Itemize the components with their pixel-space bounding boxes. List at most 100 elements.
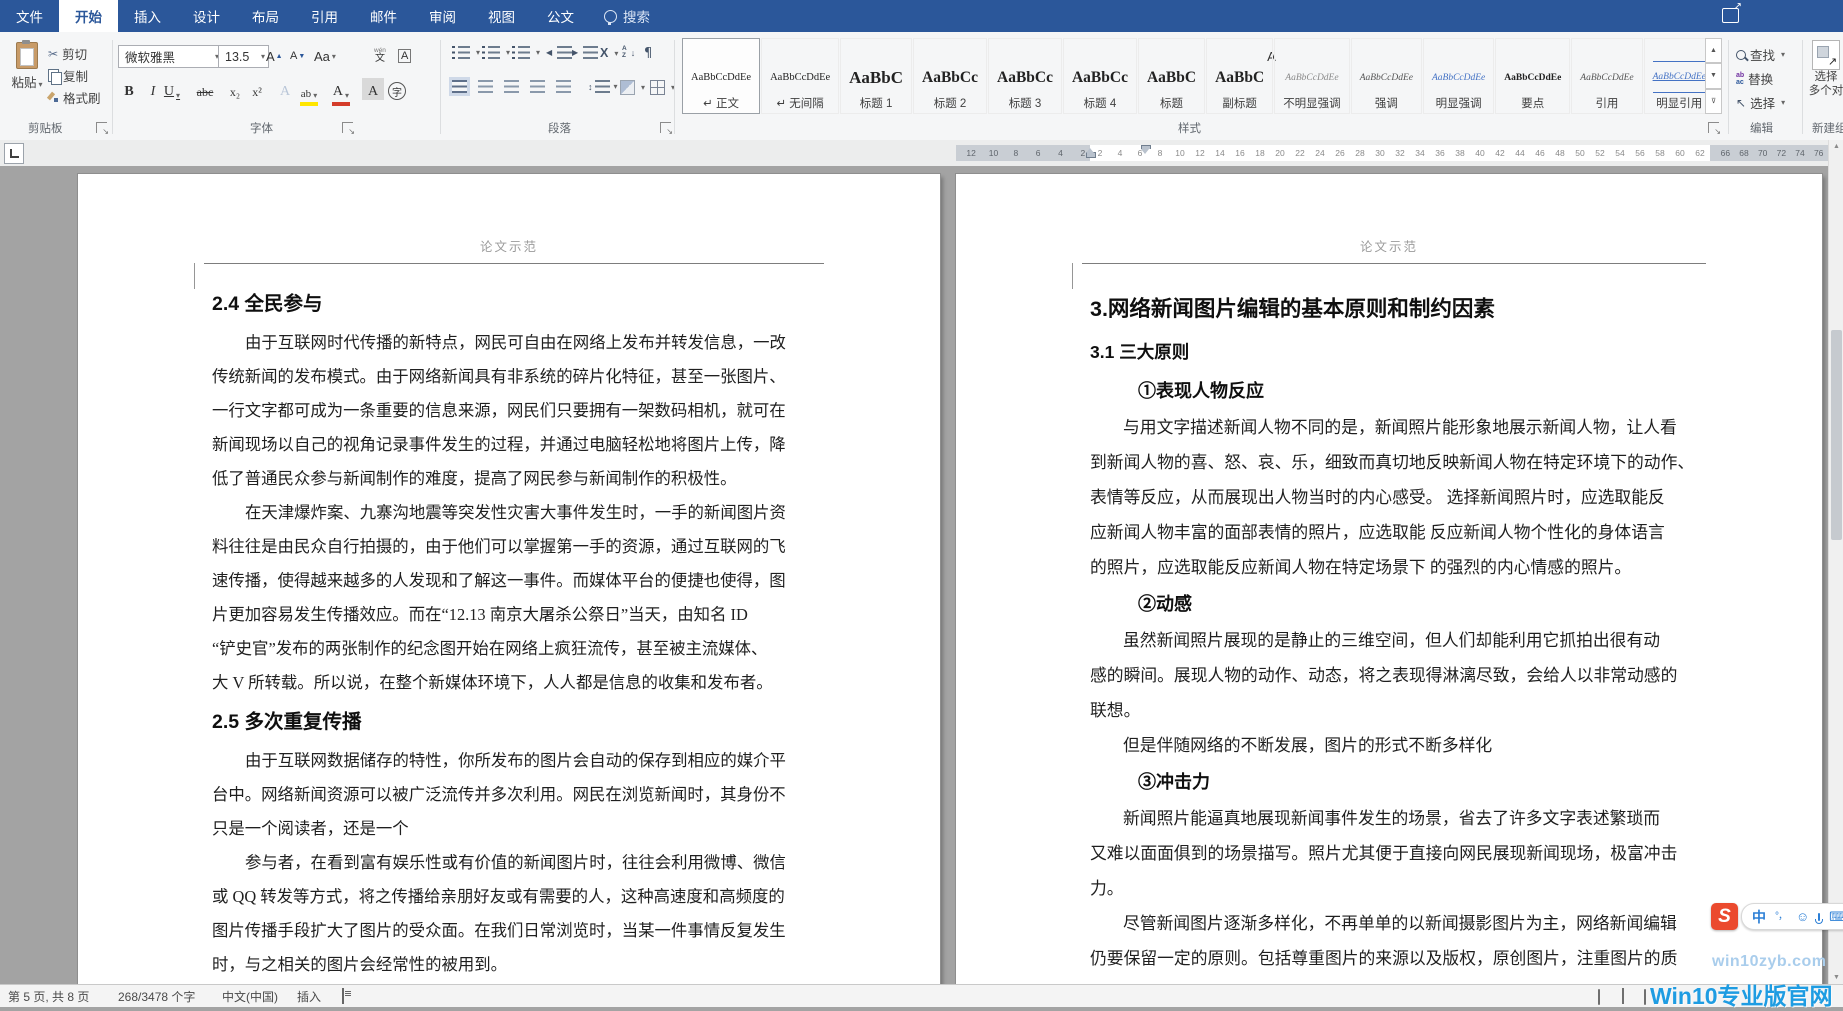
character-shading-button[interactable]: A bbox=[362, 78, 384, 100]
share-icon[interactable] bbox=[1722, 8, 1739, 23]
ruler-text-area[interactable]: 2468101214161820222426283032343638404244… bbox=[1090, 145, 1710, 161]
justify-button[interactable] bbox=[530, 80, 545, 93]
style-card[interactable]: AaBbCcDdEe 明显强调 bbox=[1423, 38, 1494, 114]
keyboard-icon[interactable]: ⌨ bbox=[1829, 910, 1843, 923]
ribbon-tab[interactable]: 视图 bbox=[472, 0, 531, 32]
ribbon-tab[interactable]: 开始 bbox=[59, 0, 118, 32]
increase-indent-button[interactable]: ▶ bbox=[572, 46, 598, 59]
grow-font-button[interactable]: A▲ bbox=[266, 45, 283, 67]
style-card[interactable]: AaBbCcDdEe 要点 bbox=[1495, 38, 1570, 114]
style-card[interactable]: AaBbCcDdEe 强调 bbox=[1351, 38, 1422, 114]
phonetic-guide-button[interactable]: wén 文 bbox=[374, 45, 386, 67]
sogou-logo-icon[interactable]: S bbox=[1711, 903, 1738, 930]
tab-stop-selector[interactable] bbox=[4, 143, 24, 164]
bold-button[interactable]: B bbox=[120, 78, 138, 102]
borders-button[interactable] bbox=[650, 80, 675, 95]
clipboard-dialog-launcher[interactable] bbox=[96, 122, 107, 133]
style-card[interactable]: AaBbC 副标题 bbox=[1206, 38, 1273, 114]
style-card[interactable]: AaBbC 标题 1 bbox=[840, 38, 912, 114]
show-marks-button[interactable]: ¶ bbox=[644, 46, 652, 61]
change-case-button[interactable]: Aa bbox=[314, 45, 336, 67]
style-card[interactable]: AaBbCcDdEe ↵ 无间隔 bbox=[761, 38, 839, 114]
style-card[interactable]: AaBbCcDdEe ↵ 正文 bbox=[682, 38, 760, 114]
align-left-button[interactable] bbox=[452, 80, 467, 93]
ruler-right-margin[interactable]: 666870727476 bbox=[1710, 145, 1834, 161]
style-card[interactable]: AaBbCcDdEe 引用 bbox=[1571, 38, 1642, 114]
left-indent-marker[interactable] bbox=[1086, 152, 1096, 158]
text-highlight-button[interactable]: ab bbox=[300, 78, 318, 106]
proofing-status-icon[interactable] bbox=[342, 989, 344, 1003]
font-name-combo[interactable]: 微软雅黑▾ bbox=[118, 45, 223, 68]
ribbon-tab[interactable]: 文件 bbox=[0, 0, 59, 32]
scrollbar-thumb[interactable] bbox=[1831, 330, 1842, 540]
shrink-font-button[interactable]: A▼ bbox=[290, 45, 305, 67]
align-center-button[interactable] bbox=[478, 80, 493, 93]
line-spacing-button[interactable]: ↕ bbox=[588, 80, 618, 93]
shading-button[interactable] bbox=[620, 80, 645, 95]
gallery-up-arrow[interactable]: ▲ bbox=[1705, 38, 1722, 63]
italic-button[interactable]: I bbox=[144, 78, 162, 102]
style-card[interactable]: AaBbCc 标题 3 bbox=[988, 38, 1062, 114]
copy-button[interactable]: 复制 bbox=[48, 66, 88, 85]
find-button[interactable]: 查找 bbox=[1736, 45, 1785, 64]
vertical-scrollbar[interactable]: ▲ ▼ bbox=[1828, 140, 1843, 984]
styles-dialog-launcher[interactable] bbox=[1708, 122, 1719, 133]
language-indicator[interactable]: 中文(中国) bbox=[222, 988, 278, 1005]
gallery-down-arrow[interactable]: ▼ bbox=[1705, 63, 1722, 88]
ribbon-tab[interactable]: 插入 bbox=[118, 0, 177, 32]
ribbon-tab[interactable]: 引用 bbox=[295, 0, 354, 32]
first-line-indent-marker[interactable] bbox=[1141, 145, 1151, 149]
ribbon-tab[interactable]: 设计 bbox=[177, 0, 236, 32]
document-canvas[interactable]: 论文示范 2.4 全民参与由于互联网时代传播的新特点，网民可自由在网络上发布并转… bbox=[0, 166, 1843, 984]
gallery-more-arrow[interactable]: ⊽ bbox=[1705, 89, 1722, 114]
style-card[interactable]: AaBbCcDdEe 不明显强调 bbox=[1274, 38, 1350, 114]
multilevel-list-button[interactable] bbox=[512, 46, 540, 59]
ribbon-tab[interactable]: 公文 bbox=[531, 0, 590, 32]
style-card[interactable]: AaBbCc 标题 2 bbox=[913, 38, 987, 114]
paragraph-dialog-launcher[interactable] bbox=[660, 122, 671, 133]
microphone-icon[interactable] bbox=[1818, 913, 1820, 921]
font-size-combo[interactable]: 13.5▾ bbox=[218, 45, 269, 68]
align-right-button[interactable] bbox=[504, 80, 519, 93]
cut-button[interactable]: ✂ 剪切 bbox=[48, 44, 87, 63]
decrease-indent-button[interactable]: ◀ bbox=[546, 46, 572, 59]
select-button[interactable]: ↖ 选择 bbox=[1736, 93, 1785, 112]
paste-button[interactable]: 粘贴 bbox=[10, 42, 44, 91]
page-indicator[interactable]: 第 5 页, 共 8 页 bbox=[8, 988, 89, 1005]
tell-me-search[interactable]: 搜索 bbox=[604, 0, 650, 32]
style-card[interactable]: AaBbCc 标题 4 bbox=[1063, 38, 1137, 114]
scroll-up-arrow[interactable]: ▲ bbox=[1829, 143, 1843, 150]
read-mode-button[interactable] bbox=[1598, 990, 1600, 1004]
word-count[interactable]: 268/3478 个字 bbox=[118, 988, 195, 1005]
ribbon-tab[interactable]: 布局 bbox=[236, 0, 295, 32]
ruler-left-margin[interactable]: 12108642 bbox=[956, 145, 1098, 161]
font-dialog-launcher[interactable] bbox=[342, 122, 353, 133]
page-right[interactable]: 论文示范 3.网络新闻图片编辑的基本原则和制约因素3.1 三大原则①表现人物反应… bbox=[956, 174, 1822, 984]
replace-button[interactable]: ab ac 替换 bbox=[1736, 69, 1773, 88]
ime-toolbar[interactable]: S 中 °， ☺ ⌨ bbox=[1711, 903, 1843, 930]
page-left[interactable]: 论文示范 2.4 全民参与由于互联网时代传播的新特点，网民可自由在网络上发布并转… bbox=[78, 174, 940, 984]
insert-mode-indicator[interactable]: 插入 bbox=[297, 988, 321, 1005]
ribbon-tab[interactable]: 审阅 bbox=[413, 0, 472, 32]
character-border-button[interactable]: A bbox=[398, 45, 411, 67]
select-multiple-objects-button[interactable]: 选择 多个对 bbox=[1806, 40, 1843, 98]
bullets-button[interactable] bbox=[452, 46, 480, 59]
underline-button[interactable]: U bbox=[163, 78, 181, 102]
strikethrough-button[interactable]: abc bbox=[196, 78, 214, 102]
font-color-button[interactable]: A bbox=[332, 78, 350, 106]
print-layout-button[interactable] bbox=[1622, 989, 1624, 1003]
ime-chinese-mode-icon[interactable]: 中 bbox=[1752, 910, 1766, 924]
web-layout-button[interactable] bbox=[1644, 990, 1646, 1004]
emoji-icon[interactable]: ☺ bbox=[1796, 910, 1809, 923]
ime-punctuation-icon[interactable]: °， bbox=[1775, 912, 1787, 922]
superscript-button[interactable]: x² bbox=[248, 78, 266, 102]
ribbon-tab[interactable]: 邮件 bbox=[354, 0, 413, 32]
asian-layout-button[interactable]: X bbox=[600, 46, 618, 60]
sort-button[interactable]: AZ↓ bbox=[622, 46, 635, 59]
numbering-button[interactable] bbox=[482, 46, 510, 59]
distribute-button[interactable] bbox=[556, 80, 571, 93]
format-painter-button[interactable]: 格式刷 bbox=[48, 88, 101, 107]
style-card[interactable]: AaBbC 标题 bbox=[1138, 38, 1205, 114]
subscript-button[interactable]: x₂ bbox=[226, 78, 244, 102]
text-effects-button[interactable]: A bbox=[276, 78, 294, 102]
